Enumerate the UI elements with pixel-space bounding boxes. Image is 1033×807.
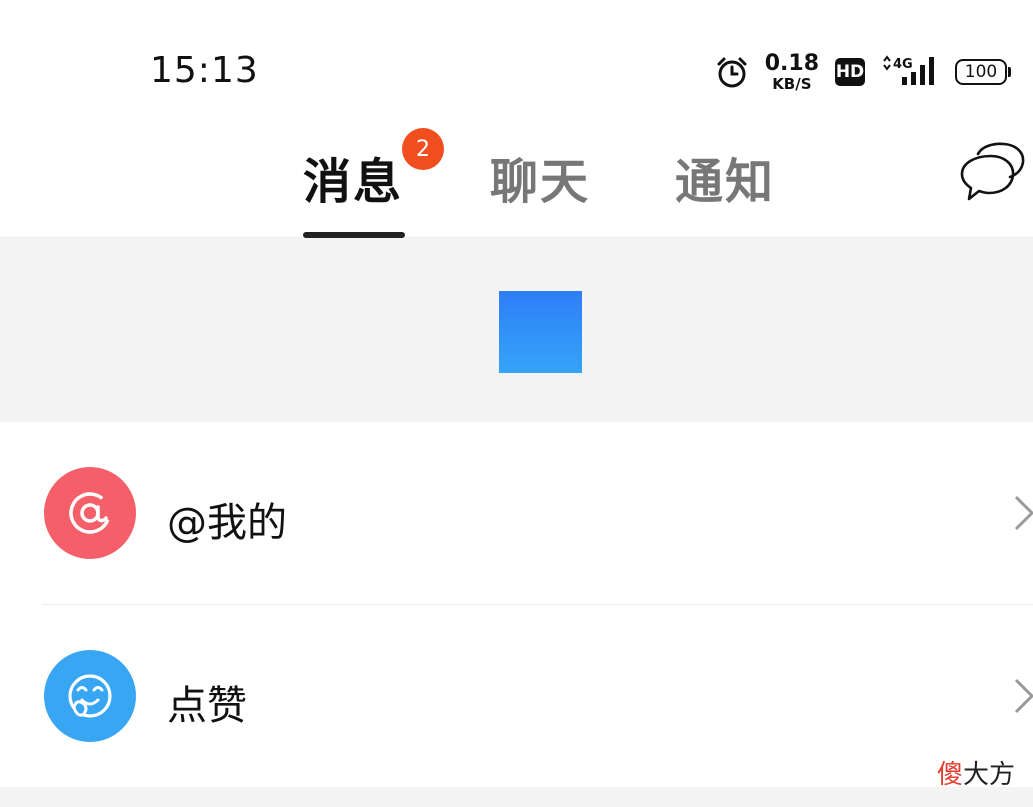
network-speed-unit: KB/S <box>772 74 812 93</box>
tab-header: 消息 2 聊天 通知 <box>0 120 1033 238</box>
status-icons: 0.18 KB/S HD 4G 100 <box>715 48 1011 96</box>
list-item-mentions[interactable]: @我的 <box>0 422 1033 605</box>
watermark-text: 大方 <box>962 760 1015 790</box>
watermark-accent: 傻 <box>936 760 963 790</box>
network-speed: 0.18 KB/S <box>764 50 819 93</box>
bottom-strip <box>0 787 1033 807</box>
signal-icon: 4G <box>881 55 939 89</box>
hd-icon: HD <box>835 58 865 86</box>
alarm-icon <box>715 55 749 89</box>
tab-chat[interactable]: 聊天 <box>490 142 590 212</box>
unread-badge: 2 <box>402 128 444 170</box>
watermark: 傻大方 <box>937 754 1015 791</box>
battery-icon: 100 <box>955 59 1011 85</box>
chevron-right-icon <box>1014 678 1033 718</box>
tab-messages[interactable]: 消息 <box>303 142 403 212</box>
banner-image[interactable] <box>499 291 582 373</box>
list-item-label: @我的 <box>167 500 287 546</box>
status-time: 15:13 <box>150 50 259 91</box>
tab-notifications[interactable]: 通知 <box>675 142 775 212</box>
network-type-label: 4G <box>893 57 913 72</box>
like-face-icon <box>44 650 136 742</box>
list-item-likes[interactable]: 点赞 <box>0 605 1033 787</box>
battery-level: 100 <box>955 59 1007 85</box>
list-item-label: 点赞 <box>167 683 247 729</box>
chevron-right-icon <box>1014 495 1033 535</box>
status-bar: 15:13 0.18 KB/S HD 4G 100 <box>0 0 1033 120</box>
at-icon <box>44 467 136 559</box>
banner <box>0 238 1033 422</box>
network-speed-value: 0.18 <box>764 50 819 76</box>
chat-bubbles-icon[interactable] <box>958 140 1028 206</box>
